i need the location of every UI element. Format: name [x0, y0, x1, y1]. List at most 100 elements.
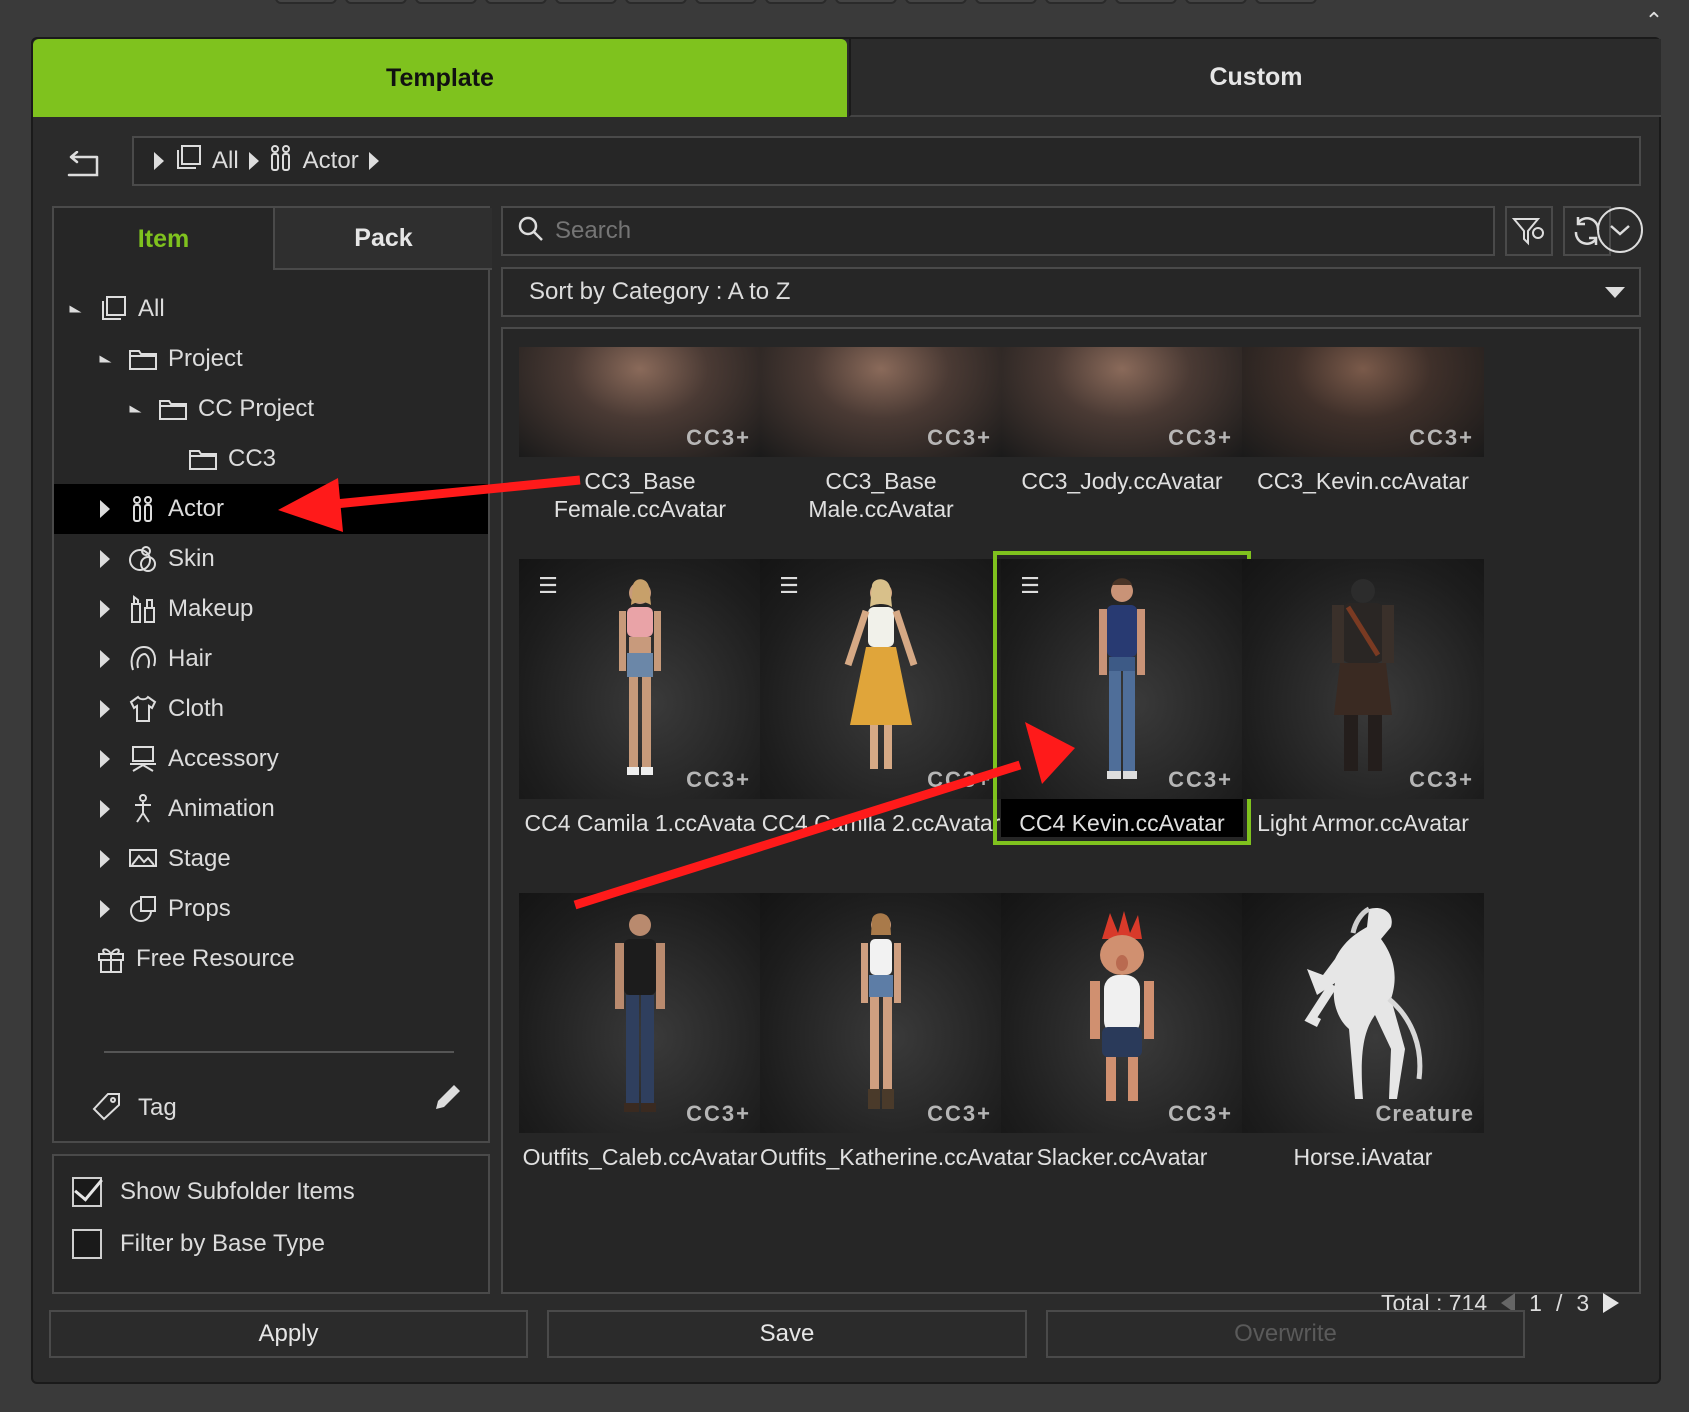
show-subfolder-checkbox[interactable]	[72, 1177, 102, 1207]
menu-icon[interactable]: ☰	[774, 573, 804, 603]
top-tab[interactable]	[905, 0, 967, 4]
collapse-panel-icon[interactable]: ⌃	[1641, 8, 1667, 34]
expand-arrow-icon[interactable]	[96, 800, 114, 818]
breadcrumb-arrow-icon[interactable]	[248, 152, 259, 170]
tree-item-skin[interactable]: Skin	[54, 534, 488, 584]
grid-item[interactable]: CC3+ CC3_Base Male.ccAvatar	[760, 347, 1002, 523]
tree-item-makeup[interactable]: Makeup	[54, 584, 488, 634]
top-tab[interactable]	[1185, 0, 1247, 4]
breadcrumb-item-actor[interactable]: Actor	[303, 147, 359, 175]
stack-icon	[98, 294, 128, 324]
top-tab[interactable]	[345, 0, 407, 4]
item-label: Slacker.ccAvatar	[1036, 1144, 1208, 1170]
tree-item-stage[interactable]: Stage	[54, 834, 488, 884]
collapse-arrow-icon[interactable]	[126, 400, 144, 418]
show-subfolder-option[interactable]: Show Subfolder Items	[72, 1172, 355, 1212]
grid-item[interactable]: ☰ CC3+ CC4 Camila 1.ccAvata	[519, 559, 761, 837]
top-tab[interactable]	[1115, 0, 1177, 4]
tree-label: Stage	[168, 845, 231, 872]
cc3-badge: CC3+	[686, 1101, 751, 1126]
top-tab[interactable]	[415, 0, 477, 4]
thumbnail: CC3+	[1001, 893, 1243, 1133]
tree-item-actor[interactable]: Actor	[54, 484, 488, 534]
tree-item-accessory[interactable]: Accessory	[54, 734, 488, 784]
grid-item[interactable]: CC3+ CC3_Kevin.ccAvatar	[1242, 347, 1484, 495]
grid-item[interactable]: CC3+ Outfits_Katherine.ccAvatar	[760, 893, 1033, 1171]
collapse-arrow-icon[interactable]	[96, 350, 114, 368]
grid-item[interactable]: ☰ CC3+ CC4 Camila 2.ccAvatar	[760, 559, 1002, 837]
tab-template[interactable]: Template	[33, 39, 847, 117]
top-tab[interactable]	[555, 0, 617, 4]
filter-base-option[interactable]: Filter by Base Type	[72, 1224, 325, 1264]
category-tree: All Project CC Project CC3 Actor Skin Ma…	[54, 284, 488, 984]
top-tab[interactable]	[1045, 0, 1107, 4]
tree-item-hair[interactable]: Hair	[54, 634, 488, 684]
cc3-badge: CC3+	[686, 425, 751, 450]
menu-icon[interactable]: ☰	[1015, 573, 1045, 603]
tree-item-animation[interactable]: Animation	[54, 784, 488, 834]
collapse-arrow-icon[interactable]	[66, 300, 84, 318]
tree-item-cc-project[interactable]: CC Project	[54, 384, 488, 434]
tree-item-cc3[interactable]: CC3	[54, 434, 488, 484]
cc3-badge: CC3+	[927, 425, 992, 450]
expand-arrow-icon[interactable]	[96, 900, 114, 918]
edit-tag-icon[interactable]	[432, 1081, 468, 1117]
tab-item[interactable]: Item	[54, 208, 273, 270]
top-tab[interactable]	[695, 0, 757, 4]
grid-item[interactable]: CC3+ Outfits_Caleb.ccAvatar	[519, 893, 761, 1171]
more-options-chevron-icon[interactable]	[1597, 207, 1643, 253]
breadcrumb-item-all[interactable]: All	[212, 147, 239, 175]
expand-arrow-icon[interactable]	[96, 500, 114, 518]
next-page-icon[interactable]	[1603, 1293, 1620, 1313]
top-tab[interactable]	[485, 0, 547, 4]
breadcrumb-arrow-icon[interactable]	[154, 152, 164, 170]
tab-pack[interactable]: Pack	[273, 208, 492, 270]
top-tab[interactable]	[1255, 0, 1317, 4]
expand-arrow-icon[interactable]	[96, 550, 114, 568]
tree-item-free-resource[interactable]: Free Resource	[54, 934, 488, 984]
cc3-badge: CC3+	[686, 767, 751, 792]
top-tab[interactable]	[625, 0, 687, 4]
grid-item-selected[interactable]: ☰ CC3+ CC4 Kevin.ccAvatar	[993, 551, 1251, 845]
grid-item[interactable]: CC3+ Slacker.ccAvatar	[1001, 893, 1243, 1171]
tree-label: CC Project	[198, 395, 315, 422]
tree-item-project[interactable]: Project	[54, 334, 488, 384]
tree-label: All	[138, 295, 165, 322]
expand-arrow-icon[interactable]	[96, 650, 114, 668]
sort-dropdown[interactable]: Sort by Category : A to Z	[501, 267, 1641, 317]
tab-custom[interactable]: Custom	[849, 39, 1661, 117]
filter-settings-button[interactable]	[1505, 206, 1553, 256]
top-tab[interactable]	[765, 0, 827, 4]
cc3-badge: CC3+	[1409, 425, 1474, 450]
back-icon[interactable]	[55, 142, 107, 190]
stage-icon	[128, 844, 158, 874]
tree-item-props[interactable]: Props	[54, 884, 488, 934]
save-button[interactable]: Save	[547, 1310, 1027, 1358]
thumbnail: CC3+	[519, 347, 761, 457]
expand-arrow-icon[interactable]	[96, 600, 114, 618]
expand-arrow-icon[interactable]	[96, 750, 114, 768]
tree-item-cloth[interactable]: Cloth	[54, 684, 488, 734]
thumbnail: ☰ CC3+	[519, 559, 761, 799]
grid-item[interactable]: CC3+ Light Armor.ccAvatar	[1242, 559, 1484, 837]
breadcrumb-arrow-icon[interactable]	[368, 152, 379, 170]
skin-icon	[128, 544, 158, 574]
menu-icon[interactable]: ☰	[533, 573, 563, 603]
tag-row[interactable]: Tag	[92, 1083, 472, 1133]
grid-item[interactable]: Creature Horse.iAvatar	[1242, 893, 1484, 1171]
apply-button[interactable]: Apply	[49, 1310, 528, 1358]
top-tab[interactable]	[835, 0, 897, 4]
cc3-badge: CC3+	[1168, 767, 1233, 792]
grid-item[interactable]: CC3+ CC3_Base Female.ccAvatar	[519, 347, 761, 523]
search-input[interactable]	[555, 217, 1455, 245]
top-tab[interactable]	[975, 0, 1037, 4]
expand-arrow-icon[interactable]	[96, 700, 114, 718]
tag-label: Tag	[138, 1094, 177, 1121]
top-tab[interactable]	[275, 0, 337, 4]
thumbnail: ☰ CC3+	[760, 559, 1002, 799]
tree-item-all[interactable]: All	[54, 284, 488, 334]
expand-arrow-icon[interactable]	[96, 850, 114, 868]
grid-item[interactable]: CC3+ CC3_Jody.ccAvatar	[1001, 347, 1243, 495]
filter-base-checkbox[interactable]	[72, 1229, 102, 1259]
overwrite-button[interactable]: Overwrite	[1046, 1310, 1525, 1358]
